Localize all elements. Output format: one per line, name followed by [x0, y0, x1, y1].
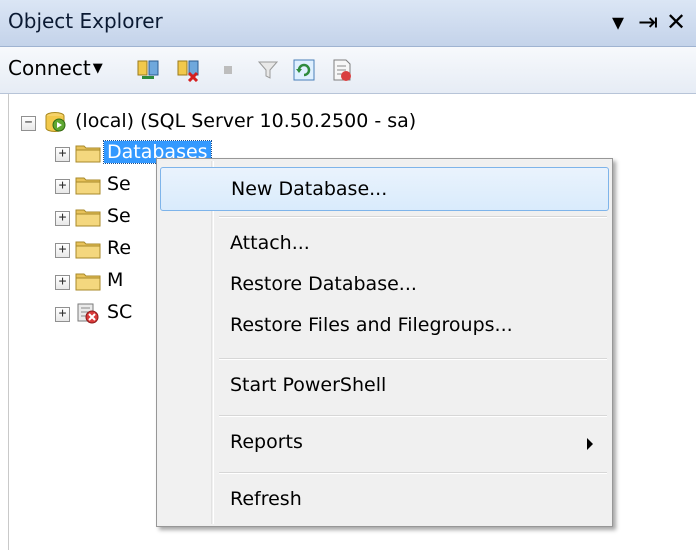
window-position-dropdown-icon[interactable]: ▾ [612, 8, 624, 36]
panel-title: Object Explorer [8, 9, 163, 33]
tree-node-sql-agent[interactable]: + SC [9, 299, 169, 329]
expand-icon[interactable]: + [55, 147, 70, 162]
menu-item-restore-database[interactable]: Restore Database... [160, 263, 609, 307]
expand-icon[interactable]: + [55, 179, 70, 194]
menu-item-attach[interactable]: Attach... [160, 222, 609, 266]
stop-icon[interactable] [216, 58, 240, 82]
folder-icon [75, 241, 101, 259]
menu-separator [219, 472, 607, 474]
menu-item-reports[interactable]: Reports [160, 421, 609, 465]
chevron-down-icon: ▼ [92, 61, 103, 76]
menu-item-label: Restore Files and Filegroups... [230, 314, 513, 336]
collapse-icon[interactable]: − [21, 116, 36, 131]
disconnect-icon[interactable] [176, 58, 200, 82]
auto-hide-pin-icon[interactable]: ⇥ [638, 8, 658, 36]
menu-separator [219, 358, 607, 360]
close-icon[interactable]: ✕ [666, 8, 686, 36]
expand-icon[interactable]: + [55, 307, 70, 322]
menu-separator [219, 216, 607, 218]
menu-item-restore-files-filegroups[interactable]: Restore Files and Filegroups... [160, 304, 609, 348]
expand-icon[interactable]: + [55, 275, 70, 290]
tree-node-label: Re [107, 237, 132, 259]
menu-item-label: Restore Database... [230, 273, 417, 295]
tree-node-label: Se [107, 173, 131, 195]
tree-node-label: Se [107, 205, 131, 227]
server-node-label: (local) (SQL Server 10.50.2500 - sa) [75, 110, 417, 132]
folder-icon [75, 145, 101, 163]
sql-agent-stopped-icon [77, 303, 99, 324]
submenu-arrow-icon [587, 438, 593, 450]
server-database-icon [45, 112, 66, 132]
filter-icon[interactable] [256, 58, 280, 82]
folder-icon [75, 273, 101, 291]
tree-node-replication[interactable]: + Re [9, 235, 169, 265]
menu-item-refresh[interactable]: Refresh [160, 478, 609, 522]
folder-icon [75, 177, 101, 195]
tree-node-management[interactable]: + M [9, 267, 169, 297]
menu-item-label: New Database... [231, 178, 388, 200]
menu-separator [219, 415, 607, 417]
expand-icon[interactable]: + [55, 211, 70, 226]
expand-icon[interactable]: + [55, 243, 70, 258]
menu-item-start-powershell[interactable]: Start PowerShell [160, 364, 609, 408]
connect-object-explorer-icon[interactable] [136, 58, 160, 82]
menu-item-label: Attach... [230, 232, 310, 254]
menu-item-label: Start PowerShell [230, 374, 387, 396]
object-explorer-toolbar: Connect ▼ [0, 47, 696, 94]
tree-node-label: SC [107, 301, 133, 323]
new-query-script-icon[interactable] [330, 58, 354, 82]
connect-label: Connect [8, 56, 91, 80]
object-explorer-title-bar: Object Explorer ▾ ⇥ ✕ [0, 0, 696, 47]
tree-node-server[interactable]: − (local) (SQL Server 10.50.2500 - sa) [9, 108, 529, 138]
connect-dropdown-button[interactable]: Connect ▼ [8, 56, 103, 80]
folder-icon [75, 209, 101, 227]
tree-node-server-objects[interactable]: + Se [9, 203, 169, 233]
menu-item-label: Refresh [230, 488, 302, 510]
tree-node-security[interactable]: + Se [9, 171, 169, 201]
menu-item-label: Reports [230, 431, 303, 453]
refresh-icon[interactable] [292, 58, 316, 82]
databases-context-menu: New Database... Attach... Restore Databa… [156, 158, 613, 527]
menu-item-new-database[interactable]: New Database... [160, 167, 609, 211]
tree-node-label: M [107, 269, 124, 291]
